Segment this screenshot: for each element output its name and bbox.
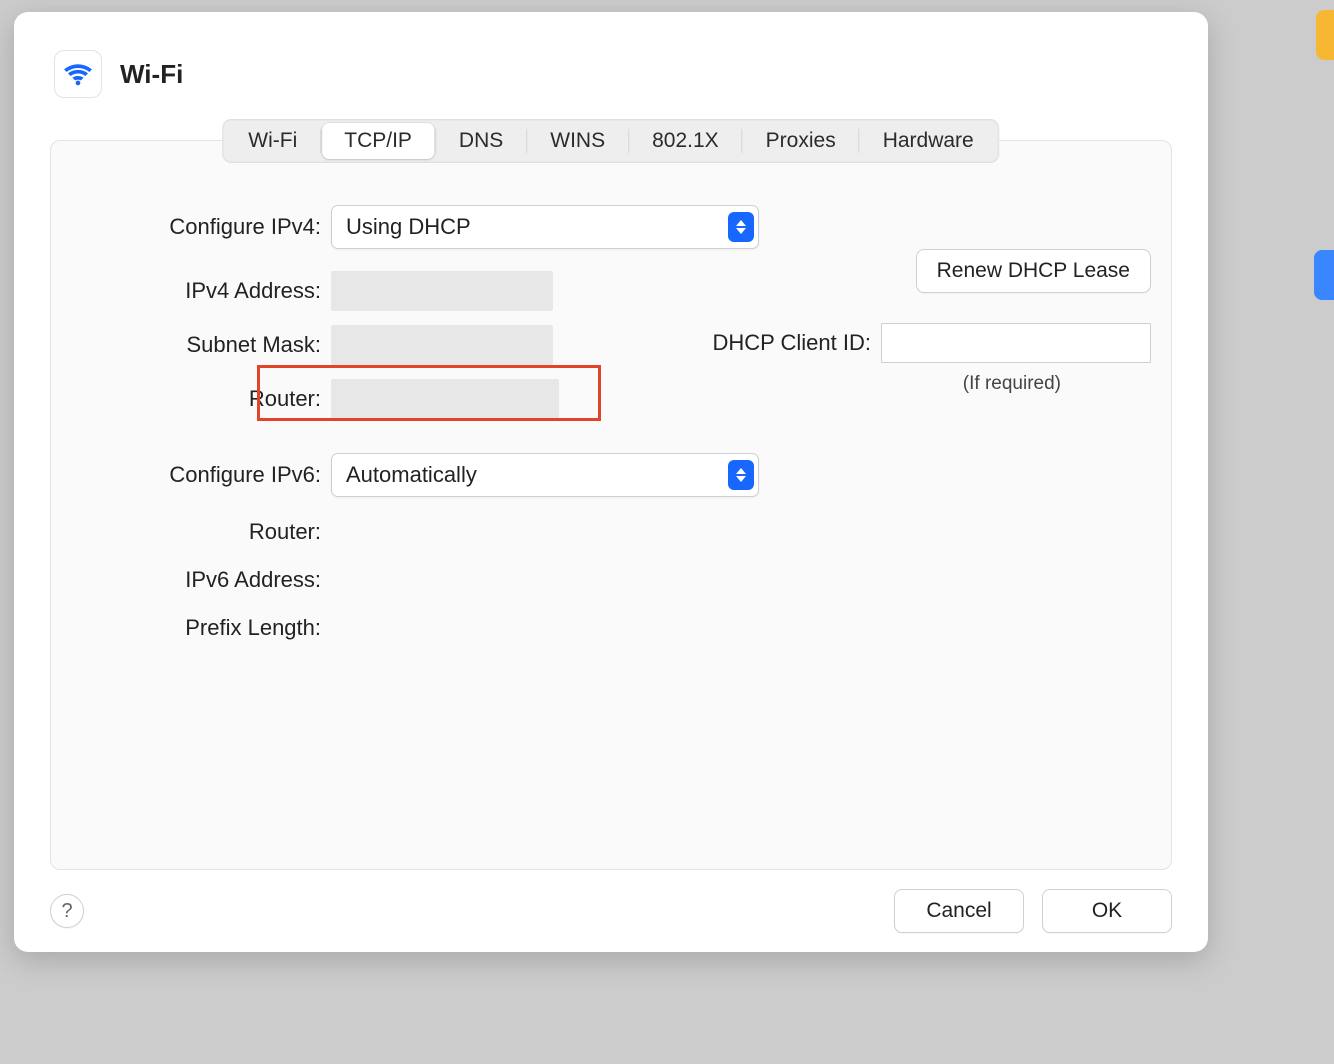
- ipv4-address-label: IPv4 Address:: [79, 278, 331, 304]
- tab-wins[interactable]: WINS: [528, 123, 627, 159]
- window-title: Wi-Fi: [120, 59, 183, 90]
- renew-dhcp-lease-button[interactable]: Renew DHCP Lease: [916, 249, 1151, 293]
- configure-ipv4-select[interactable]: Using DHCP: [331, 205, 759, 249]
- window-header: Wi-Fi: [14, 12, 1208, 110]
- tab-bar: Wi-Fi TCP/IP DNS WINS 802.1X Proxies Har…: [222, 119, 999, 163]
- background-peek-2: [1314, 250, 1334, 300]
- prefix-length-label: Prefix Length:: [79, 615, 331, 641]
- ipv4-router-label: Router:: [79, 386, 331, 412]
- configure-ipv4-label: Configure IPv4:: [79, 214, 331, 240]
- tab-hardware[interactable]: Hardware: [861, 123, 996, 159]
- ipv6-address-label: IPv6 Address:: [79, 567, 331, 593]
- ipv4-address-value: [331, 271, 553, 311]
- tab-dns[interactable]: DNS: [437, 123, 525, 159]
- dhcp-client-id-input[interactable]: [881, 323, 1151, 363]
- subnet-mask-value: [331, 325, 553, 365]
- tab-proxies[interactable]: Proxies: [744, 123, 858, 159]
- tab-tcpip[interactable]: TCP/IP: [322, 123, 434, 159]
- ok-button[interactable]: OK: [1042, 889, 1172, 933]
- help-button[interactable]: ?: [50, 894, 84, 928]
- settings-panel: Wi-Fi TCP/IP DNS WINS 802.1X Proxies Har…: [50, 140, 1172, 870]
- ipv4-router-value: [331, 379, 559, 419]
- configure-ipv6-value: Automatically: [346, 462, 477, 488]
- select-stepper-icon: [728, 212, 754, 242]
- dialog-footer: ? Cancel OK: [14, 870, 1208, 952]
- configure-ipv6-select[interactable]: Automatically: [331, 453, 759, 497]
- tcpip-content: Configure IPv4: Using DHCP IPv4 Address:…: [51, 195, 1171, 869]
- cancel-button[interactable]: Cancel: [894, 889, 1024, 933]
- select-stepper-icon: [728, 460, 754, 490]
- configure-ipv4-value: Using DHCP: [346, 214, 471, 240]
- wifi-icon: [54, 50, 102, 98]
- network-settings-window: Wi-Fi Wi-Fi TCP/IP DNS WINS 802.1X Proxi…: [14, 12, 1208, 952]
- dhcp-column: Renew DHCP Lease DHCP Client ID: (If req…: [712, 249, 1151, 395]
- dhcp-client-id-hint: (If required): [712, 373, 1151, 395]
- ipv6-router-label: Router:: [79, 519, 331, 545]
- tab-wifi[interactable]: Wi-Fi: [226, 123, 319, 159]
- background-peek-1: [1316, 10, 1334, 60]
- tab-8021x[interactable]: 802.1X: [630, 123, 741, 159]
- dhcp-client-id-label: DHCP Client ID:: [712, 330, 871, 356]
- configure-ipv6-label: Configure IPv6:: [79, 462, 331, 488]
- subnet-mask-label: Subnet Mask:: [79, 332, 331, 358]
